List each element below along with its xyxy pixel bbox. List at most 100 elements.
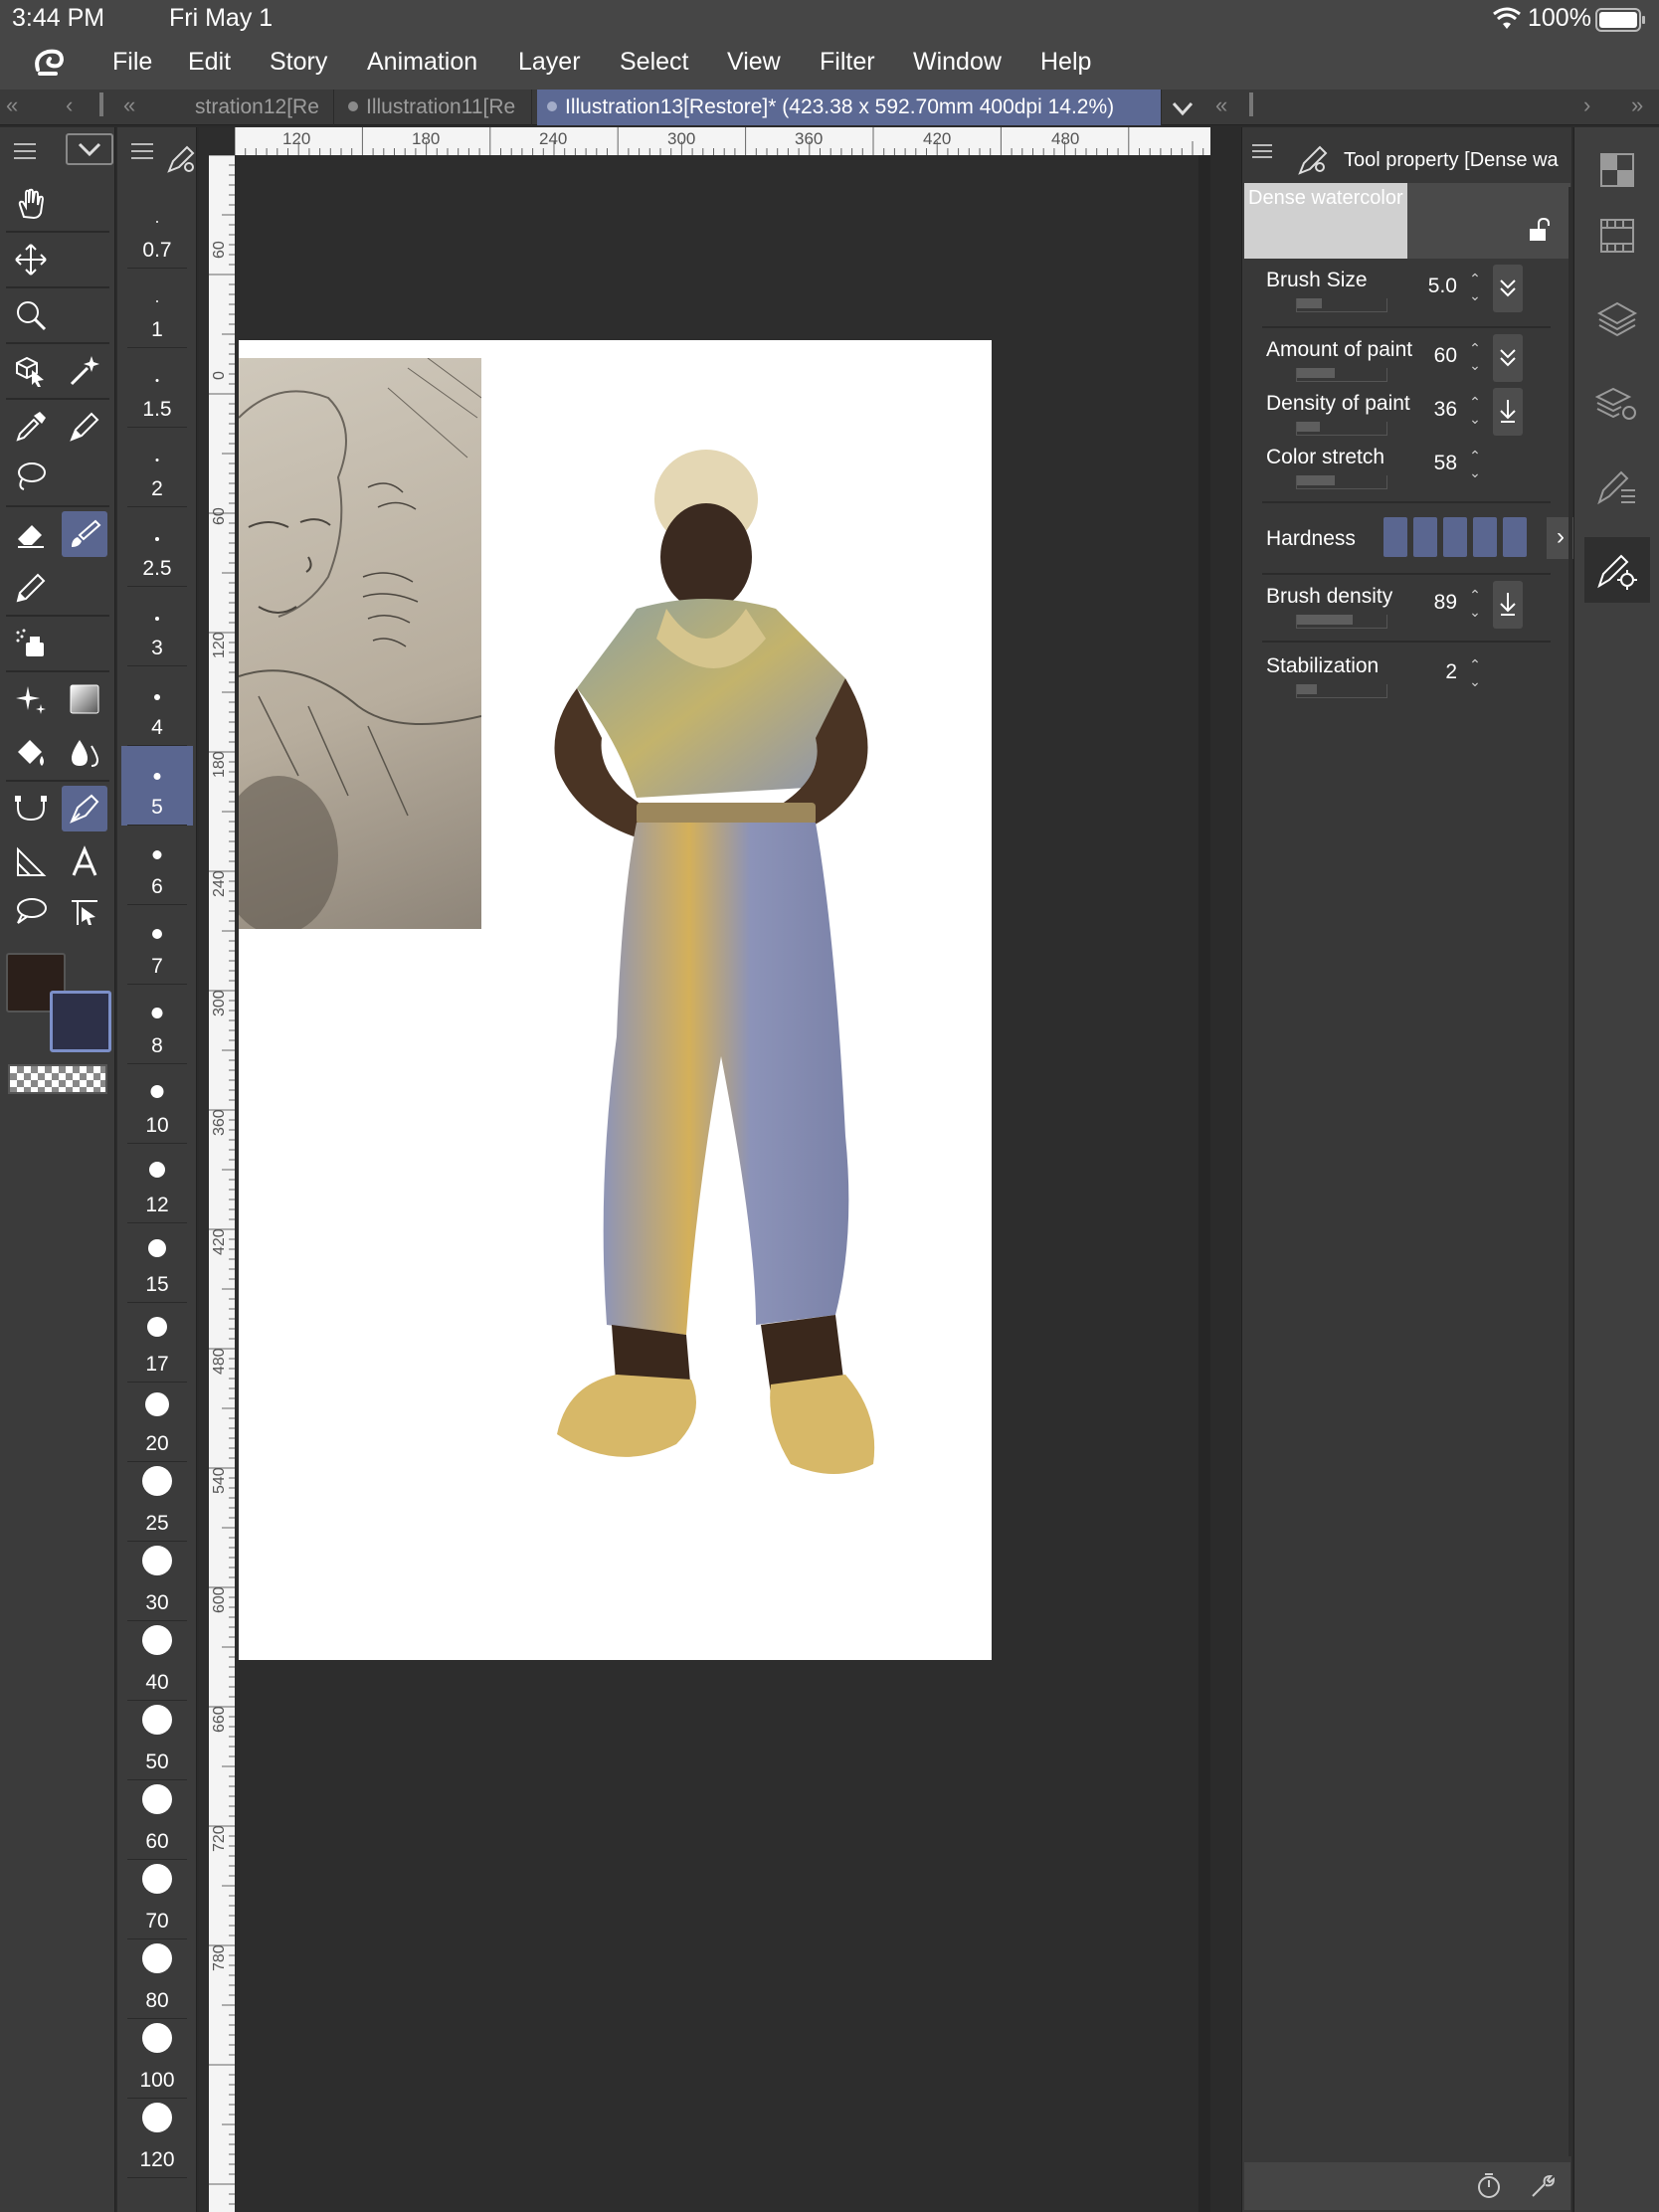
brush-density-button[interactable]	[1493, 581, 1523, 629]
chevron-up-icon[interactable]: ⌃	[1469, 340, 1481, 356]
transparent-color-swatch[interactable]	[8, 1064, 107, 1094]
brush-size-item[interactable]: 15	[121, 1223, 193, 1303]
pen-tool[interactable]	[62, 404, 107, 450]
brush-size-item[interactable]: 10	[121, 1064, 193, 1144]
move-tool[interactable]	[8, 237, 54, 282]
balloon-tool[interactable]	[8, 889, 54, 935]
brush-size-item[interactable]: 0.7	[121, 189, 193, 269]
brush-density-value[interactable]: 89	[1397, 591, 1457, 615]
brush-size-item[interactable]: 12	[121, 1144, 193, 1223]
panel-grip-icon[interactable]	[99, 92, 103, 116]
tool-dropdown-button[interactable]	[66, 133, 113, 165]
collapse-far-right-icon[interactable]: »	[1631, 92, 1643, 118]
tab-illustration12[interactable]: stration12[Re	[185, 90, 334, 125]
chevron-up-icon[interactable]: ⌃	[1469, 656, 1481, 672]
collapse-right-icon[interactable]: «	[1215, 92, 1227, 118]
panel-menu-icon[interactable]	[14, 141, 36, 161]
brush-preview[interactable]: Dense watercolor	[1244, 183, 1570, 259]
brush-size-item[interactable]: 6	[121, 826, 193, 905]
brush-size-item[interactable]: 5	[121, 746, 193, 826]
brush-size-item[interactable]: 2	[121, 428, 193, 507]
chevron-down-icon[interactable]: ⌄	[1469, 604, 1481, 620]
brush-size-item[interactable]: 80	[121, 1939, 193, 2019]
menu-animation[interactable]: Animation	[367, 48, 477, 77]
brush-size-item[interactable]: 1	[121, 269, 193, 348]
tab-prev-icon[interactable]: ‹	[66, 92, 73, 118]
brush-size-item[interactable]: 17	[121, 1303, 193, 1382]
fill-tool[interactable]	[8, 730, 54, 776]
chevron-up-icon[interactable]: ⌃	[1469, 448, 1481, 463]
brush-size-spinner[interactable]: ⌃ ⌄	[1467, 271, 1483, 306]
stabilization-value[interactable]: 2	[1397, 660, 1457, 684]
decoration-tool[interactable]	[8, 676, 54, 722]
menu-view[interactable]: View	[727, 48, 781, 77]
eraser-tool[interactable]	[8, 511, 54, 557]
collapse-left-2-icon[interactable]: «	[123, 92, 135, 118]
density-of-paint-spinner[interactable]: ⌃ ⌄	[1467, 394, 1483, 430]
brush-tool[interactable]	[62, 511, 107, 557]
brush-density-slider[interactable]	[1296, 615, 1387, 629]
brush-size-item[interactable]: 2.5	[121, 507, 193, 587]
brush-settings-icon[interactable]	[167, 145, 195, 173]
chevron-down-icon[interactable]: ⌄	[1469, 287, 1481, 303]
brush-size-item[interactable]: 50	[121, 1701, 193, 1780]
sub-tool-panel-button[interactable]	[1584, 454, 1650, 519]
amount-of-paint-value[interactable]: 60	[1397, 344, 1457, 368]
sub-color-swatch[interactable]	[50, 991, 111, 1052]
tool-property-panel-button[interactable]	[1584, 537, 1650, 603]
density-of-paint-button[interactable]	[1493, 388, 1523, 436]
pencil-tool[interactable]	[8, 565, 54, 611]
brush-size-item[interactable]: 70	[121, 1860, 193, 1939]
layer-property-panel-button[interactable]	[1584, 370, 1650, 436]
gradient-tool[interactable]	[62, 676, 107, 722]
hardness-cell[interactable]	[1443, 517, 1467, 557]
wrench-icon[interactable]	[1529, 2172, 1557, 2200]
density-of-paint-value[interactable]: 36	[1397, 398, 1457, 422]
menu-layer[interactable]: Layer	[518, 48, 581, 77]
clip-studio-logo-icon[interactable]	[30, 44, 70, 84]
panel-grip-2-icon[interactable]	[1249, 92, 1253, 116]
tab-list-chevron-down-icon[interactable]	[1170, 95, 1196, 121]
color-stretch-spinner[interactable]: ⌃ ⌄	[1467, 448, 1483, 483]
brush-size-item[interactable]: 120	[121, 2099, 193, 2178]
vector-pen-tool[interactable]	[62, 786, 107, 831]
brush-density-spinner[interactable]: ⌃ ⌄	[1467, 587, 1483, 623]
chevron-up-icon[interactable]: ⌃	[1469, 271, 1481, 286]
layer-panel-button[interactable]	[1584, 286, 1650, 352]
hardness-cell[interactable]	[1413, 517, 1437, 557]
tab-illustration11[interactable]: Illustration11[Re	[338, 90, 532, 125]
correct-line-tool[interactable]	[62, 889, 107, 935]
unlock-icon[interactable]	[1527, 217, 1553, 243]
menu-filter[interactable]: Filter	[820, 48, 875, 77]
blend-tool[interactable]	[62, 730, 107, 776]
hardness-cell[interactable]	[1383, 517, 1407, 557]
amount-of-paint-spinner[interactable]: ⌃ ⌄	[1467, 340, 1483, 376]
brush-size-item[interactable]: 3	[121, 587, 193, 666]
reset-icon[interactable]	[1475, 2172, 1503, 2200]
menu-edit[interactable]: Edit	[188, 48, 231, 77]
brush-size-item[interactable]: 7	[121, 905, 193, 985]
menu-window[interactable]: Window	[913, 48, 1002, 77]
brush-size-item[interactable]: 30	[121, 1542, 193, 1621]
tab-illustration13[interactable]: Illustration13[Restore]* (423.38 x 592.7…	[537, 90, 1162, 125]
lasso-tool[interactable]	[8, 454, 54, 499]
text-tool[interactable]	[62, 839, 107, 885]
brush-size-item[interactable]: 8	[121, 985, 193, 1064]
tab-next-icon[interactable]: ›	[1583, 92, 1590, 118]
magic-wand-tool[interactable]	[62, 348, 107, 394]
brush-size-item[interactable]: 100	[121, 2019, 193, 2099]
zoom-tool[interactable]	[8, 292, 54, 338]
amount-of-paint-slider[interactable]	[1296, 368, 1387, 382]
brush-size-item[interactable]: 20	[121, 1382, 193, 1462]
animation-panel-button[interactable]	[1584, 203, 1650, 269]
brush-size-slider[interactable]	[1296, 298, 1387, 312]
brush-size-item[interactable]: 60	[121, 1780, 193, 1860]
collapse-left-icon[interactable]: «	[6, 92, 18, 118]
brush-size-item[interactable]: 1.5	[121, 348, 193, 428]
menu-select[interactable]: Select	[620, 48, 688, 77]
canvas-page[interactable]	[239, 340, 992, 1660]
panel-menu-icon[interactable]	[1252, 141, 1272, 161]
hand-tool[interactable]	[8, 181, 54, 227]
menu-story[interactable]: Story	[270, 48, 327, 77]
airbrush-tool[interactable]	[8, 621, 54, 666]
